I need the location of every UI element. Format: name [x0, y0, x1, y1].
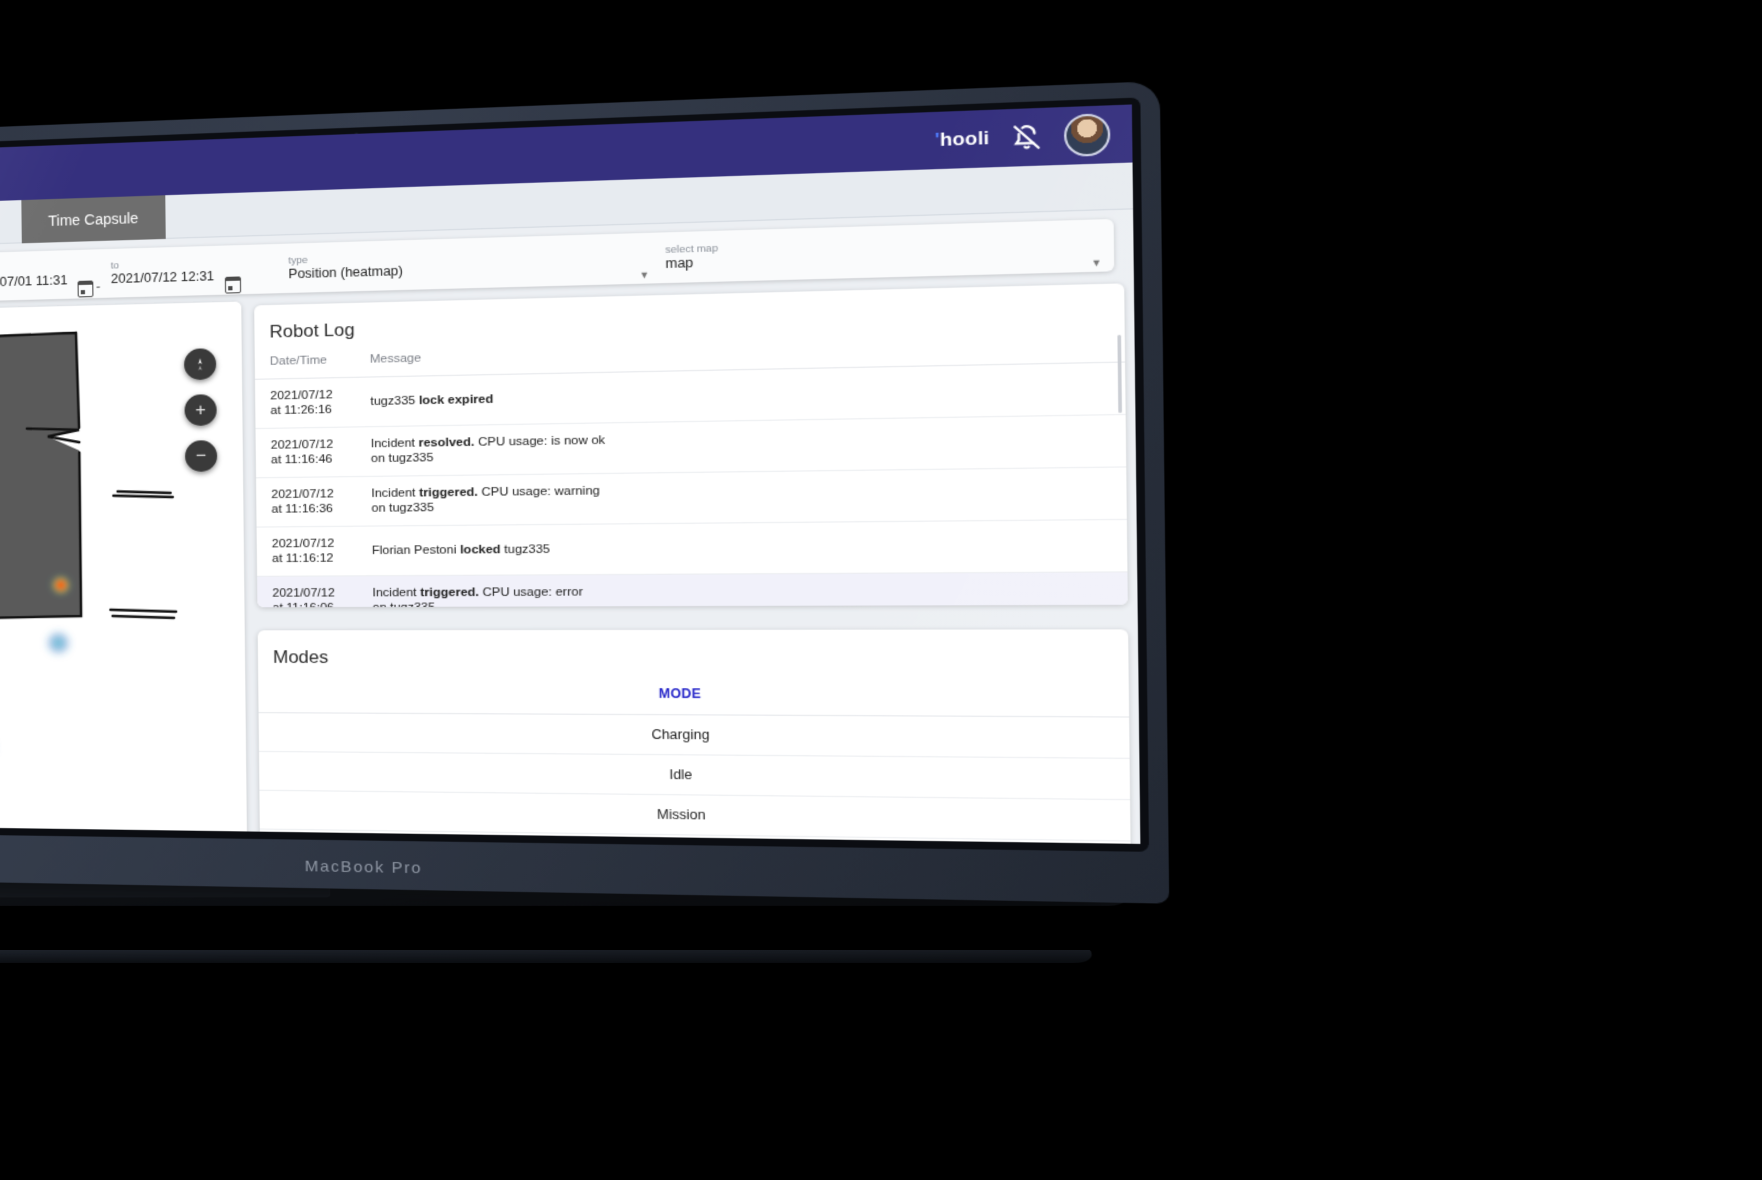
app-window: bit 'hooli — [0, 104, 1141, 844]
from-value: 2021/07/01 11:31 — [0, 272, 68, 290]
date-range-separator: - — [95, 278, 101, 294]
col-datetime: Date/Time — [254, 349, 355, 380]
zoom-out-icon[interactable]: − — [184, 440, 218, 472]
robot-log-body: 2021/07/12 at 11:26:16 tugz335 lock expire… — [254, 362, 1128, 608]
type-value: Position (heatmap) — [288, 262, 403, 281]
log-message: Incident triggered. CPU usage: erroron t… — [356, 571, 1128, 608]
org-logo-text: hooli — [939, 127, 990, 151]
tab-time-capsule[interactable]: Time Capsule — [20, 195, 167, 244]
calendar-icon-to[interactable] — [224, 276, 242, 294]
device-label: MacBook Pro — [304, 857, 423, 878]
to-value: 2021/07/12 12:31 — [110, 268, 215, 286]
log-message: Florian Pestoni locked tugz335 — [356, 519, 1128, 576]
chevron-down-icon-map[interactable]: ▼ — [1091, 257, 1102, 268]
map-controls: + − — [183, 348, 218, 472]
zoom-in-icon[interactable]: + — [184, 394, 217, 427]
table-row[interactable]: 2021/07/12 at 11:16:36 Incident triggered.… — [256, 466, 1127, 528]
screen: bit 'hooli — [0, 104, 1141, 844]
from-date-field[interactable]: from 2021/07/01 11:31 — [0, 261, 68, 291]
right-column: Robot Log Date/Time Message 2021/07/12 a… — [254, 279, 1132, 844]
log-datetime: 2021/07/12 at 11:16:36 — [256, 476, 357, 528]
laptop-scene: bit 'hooli — [0, 0, 1762, 1180]
laptop-front-edge — [0, 950, 1100, 964]
chevron-down-icon-type[interactable]: ▼ — [639, 269, 649, 280]
modes-header-row: MODE — [258, 678, 1130, 718]
robot-log-table: Date/Time Message 2021/07/12 at 11:26:16 t… — [254, 332, 1128, 608]
map-select[interactable]: select map map — [665, 239, 839, 272]
to-date-field[interactable]: to 2021/07/12 12:31 — [111, 257, 215, 287]
list-item[interactable]: Mission — [259, 790, 1131, 841]
locate-icon[interactable] — [183, 348, 217, 381]
org-logo: 'hooli — [935, 128, 990, 152]
log-datetime: 2021/07/12 at 11:16:46 — [255, 426, 356, 478]
heatmap-card: + − — [0, 301, 248, 844]
log-datetime: 2021/07/12at 11:16:06 — [257, 575, 358, 608]
log-datetime: 2021/07/12 at 11:16:12 — [256, 526, 357, 577]
log-message: Incident triggered. CPU usage: warning on… — [355, 466, 1127, 527]
laptop-lid: bit 'hooli — [0, 81, 1170, 904]
modes-body: Charging Idle Mission — [258, 712, 1131, 841]
modes-title: Modes — [272, 647, 329, 668]
calendar-icon-from[interactable] — [77, 280, 94, 298]
robot-log-card: Robot Log Date/Time Message 2021/07/12 a… — [254, 283, 1128, 608]
modes-table: MODE Charging Idle Mission — [258, 678, 1131, 842]
bell-off-icon[interactable] — [1011, 122, 1043, 152]
screen-bezel: bit 'hooli — [0, 97, 1150, 852]
type-select[interactable]: type Position (heatmap) — [288, 251, 403, 282]
content-area: + − Robot Log Date/Time Message 2021/07/… — [0, 279, 1140, 844]
log-datetime: 2021/07/12 at 11:26:16 — [254, 377, 356, 429]
avatar[interactable] — [1063, 113, 1111, 158]
mode-name: Mission — [259, 790, 1131, 841]
col-mode: MODE — [258, 678, 1130, 718]
table-row[interactable]: 2021/07/12 at 11:16:12 Florian Pestoni loc… — [256, 519, 1128, 577]
table-row[interactable]: 2021/07/12at 11:16:06Incident triggered.… — [257, 571, 1128, 608]
tab-navigation[interactable]: Navigation — [0, 200, 21, 247]
robot-log-scroll[interactable]: Date/Time Message 2021/07/12 at 11:26:16 t… — [254, 332, 1128, 608]
map-value: map — [665, 254, 694, 271]
modes-card: Modes MODE Charging Idle Mission — [257, 629, 1132, 844]
